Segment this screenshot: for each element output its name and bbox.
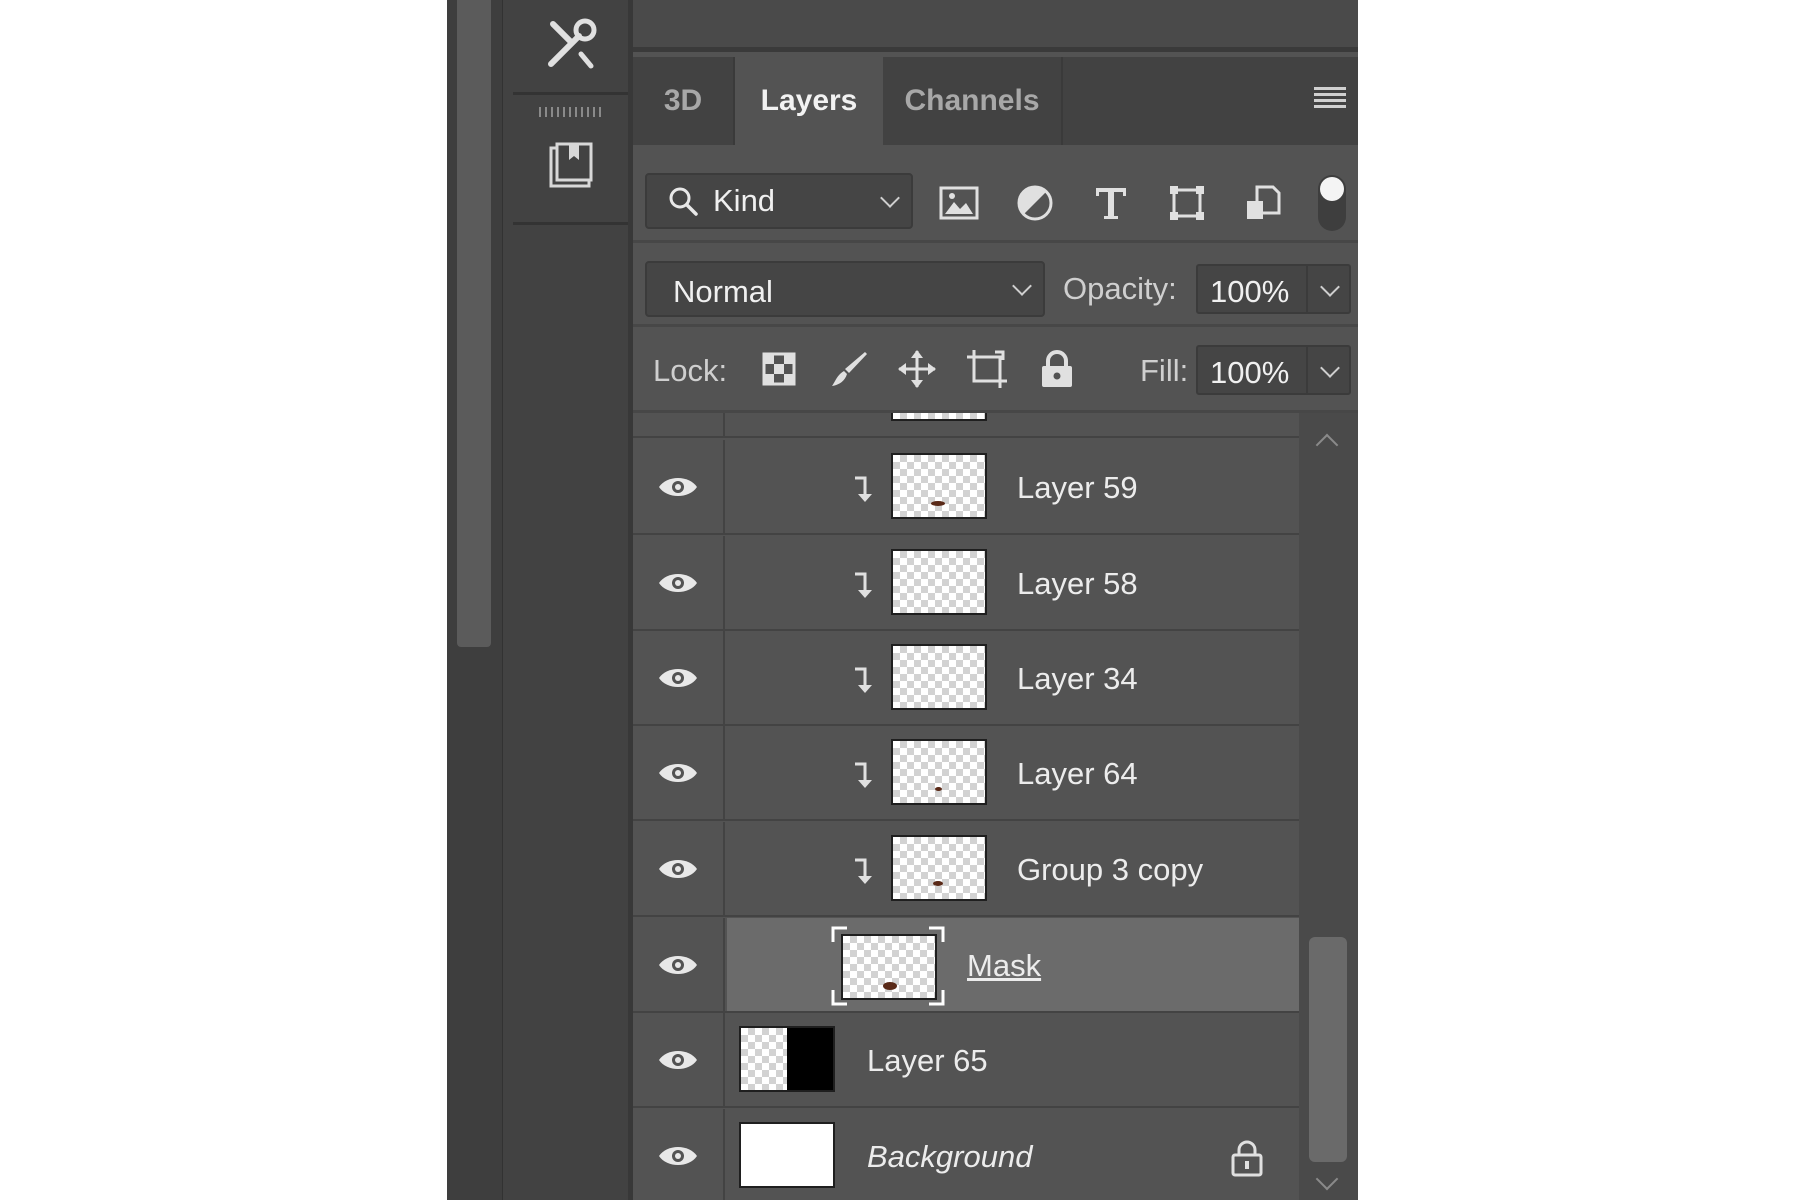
layer-row[interactable]: Group 3 copy [633,822,1299,917]
clipping-arrow-icon [855,667,872,693]
chevron-down-icon [880,188,900,208]
image-filter-icon[interactable] [937,181,981,225]
layer-mask-black [787,1028,833,1090]
layer-row[interactable]: Layer 59 [633,440,1299,535]
tab-3d[interactable]: 3D [633,57,735,145]
blend-mode-value: Normal [673,274,773,309]
layer-row-partial[interactable] [633,413,1299,438]
fill-value: 100% [1210,355,1290,390]
layer-name[interactable]: Background [867,1139,1032,1175]
libraries-icon[interactable] [539,134,603,198]
panel-top-bar [633,0,1358,52]
visibility-eye-icon[interactable] [633,822,725,915]
layer-row[interactable]: Background [633,1109,1299,1200]
layer-row[interactable]: Layer 34 [633,631,1299,726]
clipping-arrow-icon [855,858,872,884]
layer-thumbnail [891,739,987,805]
chevron-down-icon[interactable] [1320,277,1340,297]
layer-row[interactable]: Layer 65 [633,1013,1299,1108]
chevron-down-icon[interactable] [1320,358,1340,378]
toolbar-divider [513,92,629,95]
chevron-down-icon [1012,276,1032,296]
field-separator [1306,266,1308,312]
blend-mode-select[interactable]: Normal [645,261,1045,317]
chevron-down-icon[interactable] [1315,1167,1339,1191]
fill-field[interactable]: 100% [1196,345,1351,395]
panel-dock-toolbar [503,0,633,1200]
layer-name[interactable]: Layer 58 [1017,566,1138,602]
opacity-field[interactable]: 100% [1196,264,1351,314]
chevron-up-icon[interactable] [1315,433,1339,457]
fill-label: Fill: [1140,353,1189,388]
opacity-label: Opacity: [1063,271,1177,306]
filter-row: Kind [633,145,1358,243]
filter-toggle-knob [1320,177,1344,201]
layer-name[interactable]: Layer 59 [1017,470,1138,506]
layer-thumbnail [891,549,987,615]
layer-row[interactable]: Layer 64 [633,726,1299,821]
adjustment-filter-icon[interactable] [1013,181,1057,225]
clipping-arrow-icon [855,762,872,788]
layer-name[interactable]: Group 3 copy [1017,852,1203,888]
layers-scrollbar[interactable] [1299,413,1358,1200]
filter-kind-select[interactable]: Kind [645,173,913,229]
filter-toggle-switch[interactable] [1318,175,1346,231]
blend-row: Normal Opacity: 100% [633,243,1358,327]
visibility-eye-icon[interactable] [633,918,725,1011]
left-panel-strip [447,0,503,1200]
eye-cell [633,413,725,436]
layer-name[interactable]: Layer 65 [867,1043,988,1079]
lock-row: Lock: Fill: 100% [633,327,1358,413]
layers-list: Layer 59 Layer 58 Layer 34 Layer 64 Grou… [633,413,1299,1200]
visibility-eye-icon[interactable] [633,440,725,533]
shape-filter-icon[interactable] [1165,181,1209,225]
filter-kind-label: Kind [713,183,776,218]
layer-thumbnail [891,413,987,421]
properties-tools-icon[interactable] [539,12,603,76]
scrollbar-thumb[interactable] [1309,937,1347,1162]
lock-transparent-pixels-icon[interactable] [757,347,801,391]
clipping-arrow-icon [855,572,872,598]
layer-name[interactable]: Layer 34 [1017,661,1138,697]
lock-artboard-icon[interactable] [965,347,1009,391]
toolbar-divider [513,222,629,225]
layer-row[interactable]: Layer 58 [633,536,1299,631]
layer-thumbnail [891,453,987,519]
visibility-eye-icon[interactable] [633,726,725,819]
layer-thumbnail [891,835,987,901]
panel-tabs: 3D Layers Channels [633,57,1358,145]
lock-image-pixels-brush-icon[interactable] [827,347,871,391]
layer-lock-icon[interactable] [1230,1139,1264,1177]
layer-thumbnail [739,1026,835,1092]
visibility-eye-icon[interactable] [633,536,725,629]
layer-thumbnail [891,644,987,710]
panel-menu-icon[interactable] [1314,87,1346,111]
lock-label: Lock: [653,353,728,388]
search-icon [669,187,698,216]
layer-thumbnail [739,1122,835,1188]
lock-position-move-icon[interactable] [895,347,939,391]
type-filter-icon[interactable] [1089,181,1133,225]
field-separator [1306,347,1308,393]
smart-object-filter-icon[interactable] [1241,181,1285,225]
drag-grip-icon[interactable] [539,107,601,117]
layer-thumbnail [841,934,937,1000]
lock-all-icon[interactable] [1035,347,1079,391]
opacity-value: 100% [1210,274,1290,309]
layer-row-selected[interactable]: Mask [633,918,1299,1013]
visibility-eye-icon[interactable] [633,631,725,724]
tab-layers[interactable]: Layers [735,57,883,145]
visibility-eye-icon[interactable] [633,1013,725,1106]
tab-channels[interactable]: Channels [883,57,1063,145]
layer-name[interactable]: Mask [967,948,1041,984]
visibility-eye-icon[interactable] [633,1109,725,1200]
clipping-arrow-icon [855,476,872,502]
layer-name[interactable]: Layer 64 [1017,756,1138,792]
left-scrollbar-thumb[interactable] [457,0,491,647]
